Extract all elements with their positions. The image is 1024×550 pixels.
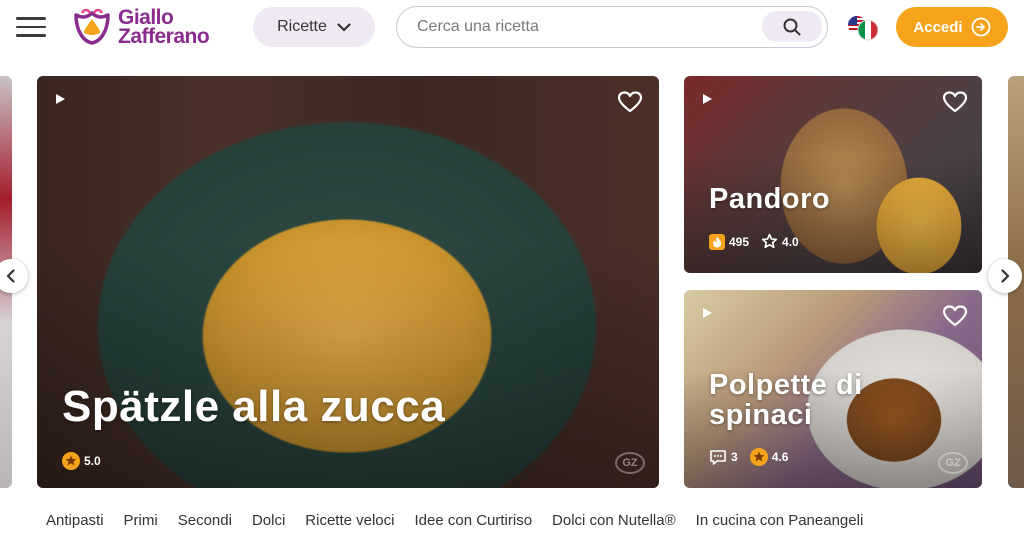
language-flag-icon[interactable] (846, 14, 880, 42)
menu-icon[interactable] (16, 17, 46, 39)
chevron-down-icon (337, 22, 351, 31)
play-icon (703, 308, 712, 318)
site-header: Giallo Zafferano Ricette Cerca una ricet… (0, 0, 1024, 56)
login-button[interactable]: Accedi (896, 7, 1008, 47)
featured-recipe-title: Spätzle alla zucca (62, 382, 446, 431)
recipe-card-pandoro[interactable]: Pandoro 495 4.0 (684, 76, 982, 273)
category-link-secondi[interactable]: Secondi (178, 512, 232, 529)
recipes-dropdown-button[interactable]: Ricette (253, 7, 375, 47)
chevron-left-icon (6, 269, 15, 283)
chevron-right-icon (1001, 269, 1010, 283)
carousel-next-button[interactable] (988, 259, 1022, 293)
recipe-title-line1: Polpette di (709, 369, 863, 401)
watermark-logo: GZ (615, 452, 645, 474)
flame-badge-icon (709, 233, 725, 250)
category-link-ricette-veloci[interactable]: Ricette veloci (305, 512, 394, 529)
category-link-nutella[interactable]: Dolci con Nutella® (552, 512, 676, 529)
carousel-prev-button[interactable] (0, 259, 28, 293)
recipes-button-label: Ricette (277, 18, 327, 35)
play-icon (703, 94, 712, 104)
login-button-label: Accedi (913, 18, 963, 36)
category-link-curtiriso[interactable]: Idee con Curtiriso (414, 512, 532, 529)
featured-recipe-card[interactable]: Spätzle alla zucca 5.0 GZ (37, 76, 659, 488)
featured-recipe-stats: 5.0 (62, 452, 101, 470)
search-button[interactable] (762, 11, 822, 42)
recipe-rating: 4.0 (782, 234, 799, 249)
recipe-stats: 3 4.6 (709, 448, 788, 466)
comment-icon (710, 449, 726, 465)
favorite-heart-icon[interactable] (617, 90, 643, 114)
logo-flower-icon (74, 8, 110, 45)
star-badge-icon (749, 448, 768, 466)
recipe-title: Pandoro (709, 183, 831, 215)
watermark-logo: GZ (938, 452, 968, 474)
play-icon (56, 94, 65, 104)
logo-text-line2: Zafferano (118, 25, 210, 48)
category-link-primi[interactable]: Primi (124, 512, 158, 529)
category-link-dolci[interactable]: Dolci (252, 512, 285, 529)
favorite-heart-icon[interactable] (942, 90, 968, 114)
recipe-title-line2: spinaci (709, 399, 813, 431)
recipe-stats: 495 4.0 (709, 233, 799, 250)
recipe-rating: 4.6 (771, 450, 789, 464)
recipe-title: Polpette di spinaci (709, 370, 863, 430)
login-arrow-icon (971, 17, 990, 37)
search-input[interactable] (417, 18, 757, 36)
category-link-paneangeli[interactable]: In cucina con Paneangeli (696, 512, 864, 529)
category-nav: Antipasti Primi Secondi Dolci Ricette ve… (46, 512, 863, 529)
featured-recipe-rating: 5.0 (84, 454, 101, 468)
star-badge-icon (62, 452, 80, 470)
site-logo[interactable]: Giallo Zafferano (70, 5, 210, 49)
recipe-comments: 3 (731, 450, 738, 464)
search-icon (783, 18, 801, 35)
search-bar (396, 6, 828, 48)
logo-text: Giallo Zafferano (118, 7, 210, 48)
recipe-card-polpette-di-spinaci[interactable]: Polpette di spinaci 3 4.6 GZ (684, 290, 982, 488)
recipe-views: 495 (729, 234, 750, 249)
favorite-heart-icon[interactable] (942, 304, 968, 328)
category-link-antipasti[interactable]: Antipasti (46, 512, 104, 529)
star-outline-icon (761, 233, 778, 249)
